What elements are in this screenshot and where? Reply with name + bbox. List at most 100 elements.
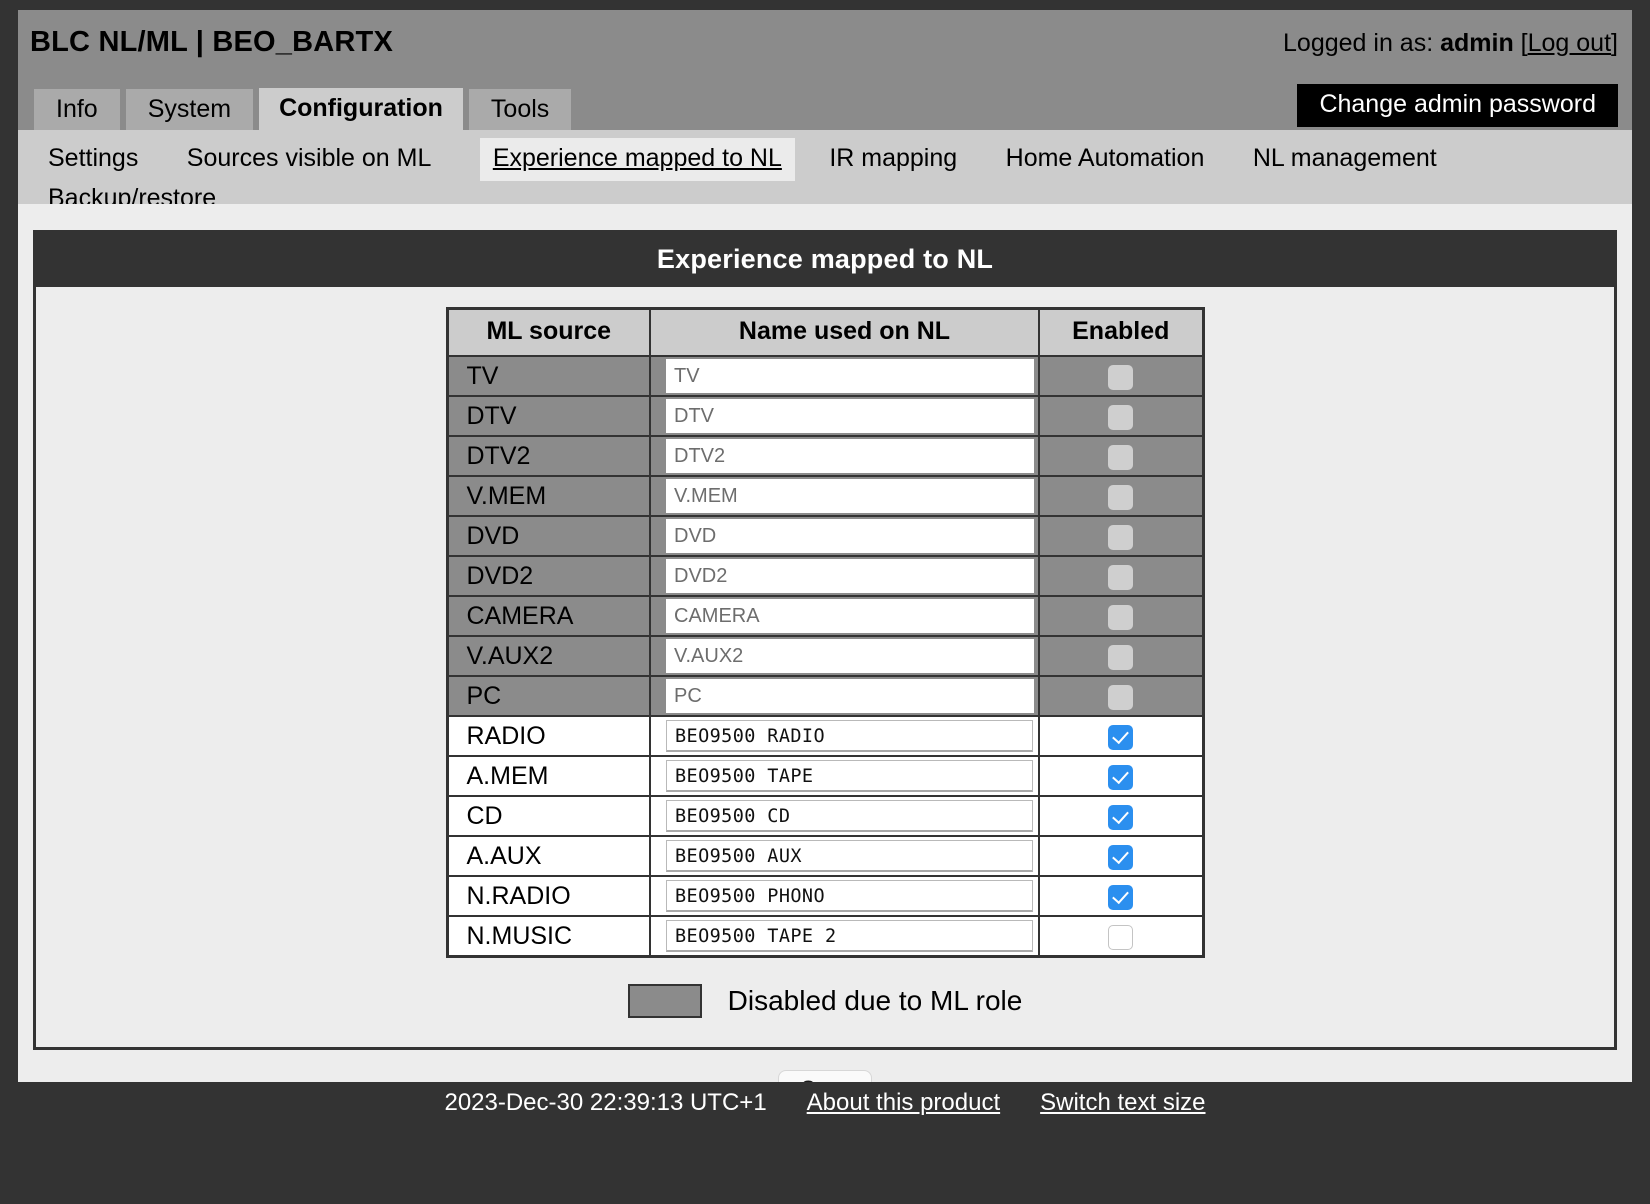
browser-chrome: BLC NL/ML | BEO_BARTX Logged in as: admi… bbox=[18, 10, 1632, 226]
subnav-item-home-automation[interactable]: Home Automation bbox=[1006, 141, 1205, 177]
change-admin-password-button[interactable]: Change admin password bbox=[1297, 84, 1618, 127]
nl-name-input[interactable]: DVD2 bbox=[666, 559, 1034, 593]
table-row: PC PC bbox=[446, 675, 1204, 717]
footer: 2023-Dec-30 22:39:13 UTC+1 About this pr… bbox=[0, 1082, 1650, 1204]
nl-name-input[interactable]: TV bbox=[666, 359, 1034, 393]
column-header-enabled: Enabled bbox=[1038, 307, 1204, 357]
footer-items: 2023-Dec-30 22:39:13 UTC+1 About this pr… bbox=[0, 1082, 1650, 1117]
cell-enabled bbox=[1038, 555, 1204, 597]
cell-enabled bbox=[1038, 355, 1204, 397]
subnav-item-ir-mapping[interactable]: IR mapping bbox=[829, 141, 957, 177]
cell-name-used-on-nl: BEO9500 TAPE 2 bbox=[649, 915, 1040, 958]
nl-name-input[interactable]: DTV bbox=[666, 399, 1034, 433]
table-row: V.AUX2 V.AUX2 bbox=[446, 635, 1204, 677]
table-row: RADIO BEO9500 RADIO bbox=[446, 715, 1204, 757]
nl-name-input[interactable]: V.AUX2 bbox=[666, 639, 1034, 673]
cell-name-used-on-nl: DVD2 bbox=[649, 555, 1040, 597]
enabled-checkbox[interactable] bbox=[1108, 845, 1134, 870]
nl-name-input[interactable]: CAMERA bbox=[666, 599, 1034, 633]
nl-name-input[interactable]: BEO9500 CD bbox=[666, 800, 1033, 832]
cell-name-used-on-nl: DVD bbox=[649, 515, 1040, 557]
enabled-checkbox[interactable] bbox=[1108, 725, 1134, 750]
app-title: BLC NL/ML | BEO_BARTX bbox=[30, 26, 394, 58]
legend: Disabled due to ML role bbox=[36, 984, 1614, 1018]
cell-ml-source: DTV bbox=[446, 395, 651, 437]
table-row: DTV DTV bbox=[446, 395, 1204, 437]
nl-name-input[interactable]: BEO9500 TAPE 2 bbox=[666, 920, 1033, 952]
logged-in-label: Logged in as: bbox=[1283, 29, 1434, 57]
nl-name-input[interactable]: BEO9500 AUX bbox=[666, 840, 1033, 872]
subnav-item-settings[interactable]: Settings bbox=[48, 141, 138, 177]
subnav-item-experience-mapped-to-nl[interactable]: Experience mapped to NL bbox=[479, 138, 795, 181]
cell-name-used-on-nl: V.AUX2 bbox=[649, 635, 1040, 677]
table-row: V.MEM V.MEM bbox=[446, 475, 1204, 517]
enabled-checkbox bbox=[1108, 685, 1134, 710]
nl-name-input[interactable]: PC bbox=[666, 679, 1034, 713]
column-header-ml-source: ML source bbox=[446, 307, 651, 357]
logout-link[interactable]: [Log out] bbox=[1521, 29, 1618, 57]
cell-ml-source: DVD bbox=[446, 515, 651, 557]
subnav-item-sources-visible-on-ml[interactable]: Sources visible on ML bbox=[187, 141, 432, 177]
nl-name-input[interactable]: BEO9500 PHONO bbox=[666, 880, 1033, 912]
cell-ml-source: CD bbox=[446, 795, 651, 837]
cell-name-used-on-nl: TV bbox=[649, 355, 1040, 397]
tab-system[interactable]: System bbox=[125, 88, 254, 130]
login-status: Logged in as: admin [Log out] bbox=[1283, 29, 1618, 58]
cell-name-used-on-nl: BEO9500 AUX bbox=[649, 835, 1040, 877]
cell-ml-source: V.MEM bbox=[446, 475, 651, 517]
mapping-table-wrapper: ML source Name used on NL Enabled TV TV DT… bbox=[36, 287, 1614, 958]
cell-name-used-on-nl: V.MEM bbox=[649, 475, 1040, 517]
about-this-product-link[interactable]: About this product bbox=[807, 1089, 1000, 1117]
table-row: A.AUX BEO9500 AUX bbox=[446, 835, 1204, 877]
tab-info[interactable]: Info bbox=[34, 88, 120, 130]
cell-ml-source: PC bbox=[446, 675, 651, 717]
subnav-item-nl-management[interactable]: NL management bbox=[1253, 141, 1437, 177]
logout-label: Log out bbox=[1527, 29, 1612, 57]
tab-tools[interactable]: Tools bbox=[468, 88, 572, 130]
cell-ml-source: V.AUX2 bbox=[446, 635, 651, 677]
cell-enabled bbox=[1038, 875, 1204, 917]
footer-timestamp: 2023-Dec-30 22:39:13 UTC+1 bbox=[444, 1089, 767, 1116]
enabled-checkbox bbox=[1108, 525, 1134, 550]
enabled-checkbox[interactable] bbox=[1108, 765, 1134, 790]
nl-name-input[interactable]: BEO9500 TAPE bbox=[666, 760, 1033, 792]
enabled-checkbox[interactable] bbox=[1108, 885, 1134, 910]
table-row: A.MEM BEO9500 TAPE bbox=[446, 755, 1204, 797]
cell-name-used-on-nl: BEO9500 RADIO bbox=[649, 715, 1040, 757]
cell-enabled bbox=[1038, 755, 1204, 797]
enabled-checkbox[interactable] bbox=[1108, 805, 1134, 830]
logout-bracket-open: [ bbox=[1520, 29, 1528, 57]
column-header-name-used-on-nl: Name used on NL bbox=[649, 307, 1040, 357]
enabled-checkbox bbox=[1108, 485, 1134, 510]
table-row: DVD2 DVD2 bbox=[446, 555, 1204, 597]
cell-name-used-on-nl: DTV bbox=[649, 395, 1040, 437]
nl-name-input[interactable]: V.MEM bbox=[666, 479, 1034, 513]
enabled-checkbox bbox=[1108, 565, 1134, 590]
experience-mapping-panel: Experience mapped to NL ML source Name u… bbox=[33, 230, 1617, 1110]
cell-enabled bbox=[1038, 835, 1204, 877]
switch-text-size-link[interactable]: Switch text size bbox=[1040, 1089, 1205, 1117]
table-row: N.MUSIC BEO9500 TAPE 2 bbox=[446, 915, 1204, 958]
cell-ml-source: N.RADIO bbox=[446, 875, 651, 917]
enabled-checkbox[interactable] bbox=[1108, 925, 1134, 950]
tab-configuration[interactable]: Configuration bbox=[259, 87, 463, 130]
enabled-checkbox bbox=[1108, 365, 1134, 390]
content-area: Experience mapped to NL ML source Name u… bbox=[18, 204, 1632, 1110]
table-row: TV TV bbox=[446, 355, 1204, 397]
nl-name-input[interactable]: BEO9500 RADIO bbox=[666, 720, 1033, 752]
cell-enabled bbox=[1038, 435, 1204, 477]
cell-name-used-on-nl: PC bbox=[649, 675, 1040, 717]
app-window: BLC NL/ML | BEO_BARTX Logged in as: admi… bbox=[0, 0, 1650, 1204]
cell-enabled bbox=[1038, 395, 1204, 437]
cell-enabled bbox=[1038, 675, 1204, 717]
nl-name-input[interactable]: DVD bbox=[666, 519, 1034, 553]
username-label: admin bbox=[1440, 29, 1514, 57]
panel-body: ML source Name used on NL Enabled TV TV DT… bbox=[36, 287, 1614, 1110]
titlebar: BLC NL/ML | BEO_BARTX Logged in as: admi… bbox=[18, 10, 1632, 82]
table-row: DTV2 DTV2 bbox=[446, 435, 1204, 477]
experience-mapping-table: ML source Name used on NL Enabled TV TV DT… bbox=[445, 307, 1205, 958]
cell-ml-source: N.MUSIC bbox=[446, 915, 651, 958]
enabled-checkbox bbox=[1108, 645, 1134, 670]
nl-name-input[interactable]: DTV2 bbox=[666, 439, 1034, 473]
primary-tabs: Info System Configuration Tools bbox=[34, 82, 572, 130]
